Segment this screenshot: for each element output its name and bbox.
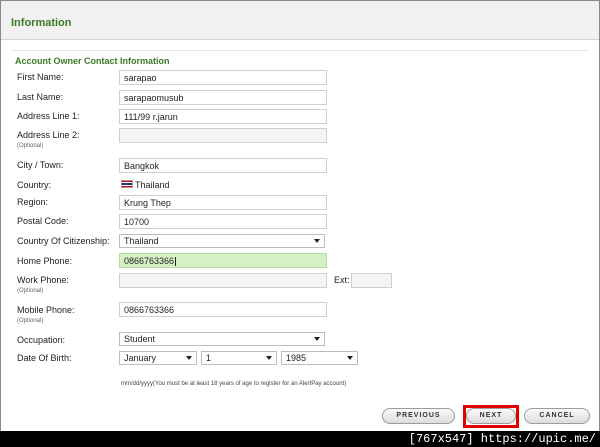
occupation-selected-value: Student — [124, 334, 156, 344]
page-title: Information — [11, 17, 72, 29]
section-divider — [11, 50, 589, 51]
last-name-field[interactable]: sarapaomusub — [119, 90, 327, 105]
previous-button[interactable]: PREVIOUS — [382, 408, 455, 424]
address-line-2-optional: (Optional) — [17, 143, 44, 149]
home-phone-value: 0866763366 — [124, 256, 175, 266]
mobile-phone-optional: (Optional) — [17, 318, 44, 324]
footer-bar: [767x547] https://upic.me/ — [0, 431, 600, 447]
mobile-phone-label: Mobile Phone: — [17, 305, 75, 315]
ext-label: Ext: — [334, 275, 350, 285]
text-cursor — [175, 257, 177, 267]
citizenship-label: Country Of Citizenship: — [17, 236, 110, 246]
dob-format-note: mm/dd/yyyy(You must be at least 18 years… — [121, 381, 347, 387]
chevron-down-icon — [314, 337, 320, 341]
first-name-label: First Name: — [17, 72, 64, 82]
dob-month-value: January — [124, 353, 157, 363]
ext-field[interactable] — [351, 273, 392, 288]
work-phone-optional: (Optional) — [17, 288, 44, 294]
dob-day-value: 1 — [206, 353, 212, 363]
address-line-1-label: Address Line 1: — [17, 111, 80, 121]
dob-year-value: 1985 — [286, 353, 307, 363]
region-field[interactable]: Krung Thep — [119, 195, 327, 210]
occupation-select[interactable]: Student — [119, 332, 325, 346]
header-bar: Information — [1, 1, 599, 40]
city-field[interactable]: Bangkok — [119, 158, 327, 173]
first-name-field[interactable]: sarapao — [119, 70, 327, 85]
date-of-birth-label: Date Of Birth: — [17, 353, 72, 363]
postal-code-field[interactable]: 10700 — [119, 214, 327, 229]
dob-month-select[interactable]: January — [119, 351, 197, 365]
postal-code-label: Postal Code: — [17, 216, 69, 226]
region-label: Region: — [17, 197, 49, 207]
home-phone-field[interactable]: 0866763366 — [119, 253, 327, 268]
home-phone-label: Home Phone: — [17, 256, 73, 266]
chevron-down-icon — [347, 356, 353, 360]
chevron-down-icon — [314, 239, 320, 243]
country-label: Country: — [17, 180, 52, 190]
city-label: City / Town: — [17, 160, 64, 170]
thailand-flag-icon — [121, 180, 133, 188]
citizenship-select[interactable]: Thailand — [119, 234, 325, 248]
address-line-2-label: Address Line 2: — [17, 130, 80, 140]
registration-form-panel: Information Account Owner Contact Inform… — [0, 0, 600, 433]
next-button-highlight — [463, 405, 519, 428]
dob-year-select[interactable]: 1985 — [281, 351, 358, 365]
chevron-down-icon — [186, 356, 192, 360]
footer-caption: [767x547] https://upic.me/ — [408, 432, 596, 446]
mobile-phone-field[interactable]: 0866763366 — [119, 302, 327, 317]
occupation-label: Occupation: — [17, 335, 66, 345]
dob-day-select[interactable]: 1 — [201, 351, 277, 365]
chevron-down-icon — [266, 356, 272, 360]
cancel-button[interactable]: CANCEL — [524, 408, 590, 424]
work-phone-field[interactable] — [119, 273, 327, 288]
address-line-1-field[interactable]: 111/99 r.jarun — [119, 109, 327, 124]
citizenship-selected-value: Thailand — [124, 236, 159, 246]
last-name-label: Last Name: — [17, 92, 64, 102]
address-line-2-field[interactable] — [119, 128, 327, 143]
work-phone-label: Work Phone: — [17, 275, 69, 285]
country-value: Thailand — [135, 180, 170, 190]
section-title: Account Owner Contact Information — [15, 56, 170, 66]
